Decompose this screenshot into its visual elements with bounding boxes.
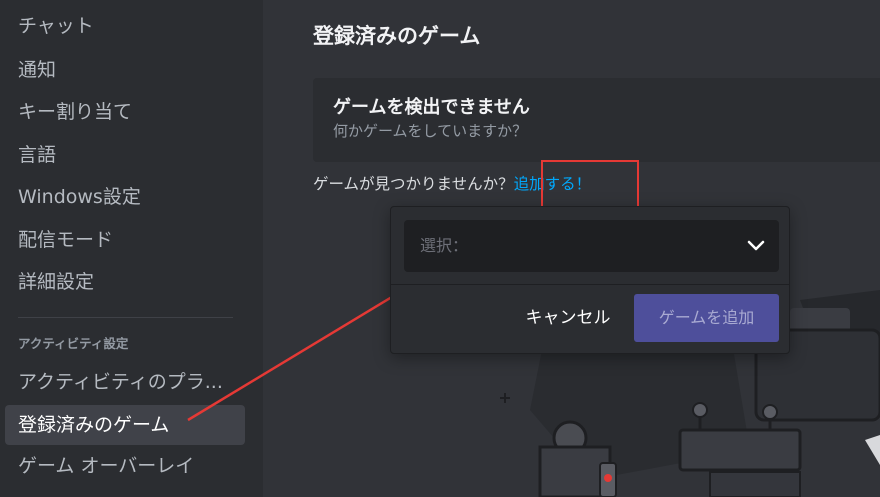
game-not-found-label: ゲームが見つかりませんか？ bbox=[313, 175, 514, 193]
add-game-popup: 選択： キャンセル ゲームを追加 bbox=[390, 206, 790, 354]
sidebar-item-registered-games[interactable]: 登録済みのゲーム bbox=[5, 405, 245, 445]
sidebar-item-streamer-mode[interactable]: 配信モード bbox=[5, 220, 245, 260]
settings-sidebar: チャット 通知 キー割り当て 言語 Windows設定 配信モード 詳細設定 ア… bbox=[0, 0, 263, 497]
page-title: 登録済みのゲーム bbox=[313, 24, 481, 48]
sidebar-item-language[interactable]: 言語 bbox=[5, 135, 245, 175]
no-game-detected-card: ゲームを検出できません 何かゲームをしていますか？ bbox=[313, 78, 880, 162]
sidebar-item-windows-settings[interactable]: Windows設定 bbox=[5, 177, 245, 217]
chevron-down-icon bbox=[747, 240, 765, 251]
sidebar-item-game-overlay[interactable]: ゲーム オーバーレイ bbox=[5, 446, 245, 486]
game-select-placeholder: 選択： bbox=[420, 236, 469, 255]
sidebar-item-advanced[interactable]: 詳細設定 bbox=[5, 262, 245, 302]
add-game-button[interactable]: ゲームを追加 bbox=[634, 294, 779, 342]
sidebar-divider bbox=[18, 317, 233, 318]
activity-settings-header: アクティビティ設定 bbox=[18, 336, 129, 351]
popup-divider bbox=[391, 284, 789, 285]
sidebar-item-chat[interactable]: チャット bbox=[5, 6, 245, 46]
sidebar-item-keybinds[interactable]: キー割り当て bbox=[5, 92, 245, 132]
cancel-button[interactable]: キャンセル bbox=[509, 294, 627, 342]
game-select-dropdown[interactable]: 選択： bbox=[404, 220, 779, 272]
sidebar-item-notifications[interactable]: 通知 bbox=[5, 50, 245, 90]
no-game-detected-title: ゲームを検出できません bbox=[333, 97, 530, 118]
sidebar-item-activity-privacy[interactable]: アクティビティのプラ... bbox=[5, 362, 245, 402]
no-game-detected-subtitle: 何かゲームをしていますか？ bbox=[333, 122, 528, 140]
annotation-highlight-box bbox=[541, 160, 639, 209]
